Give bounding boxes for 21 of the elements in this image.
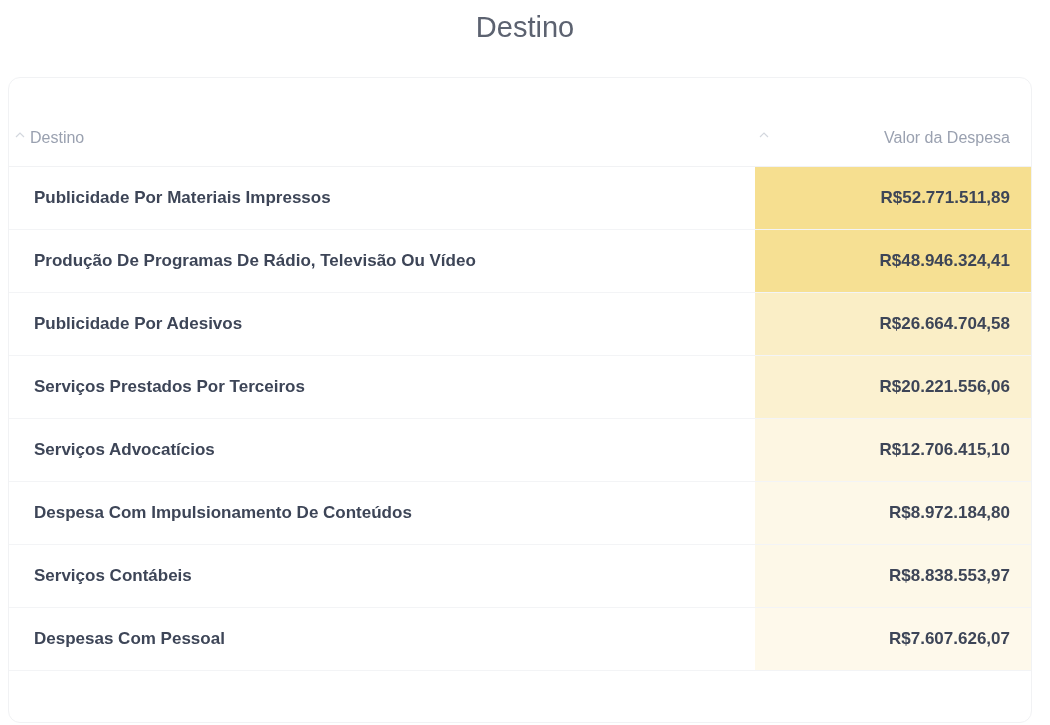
value-cell: R$8.838.553,97 [754, 545, 1031, 607]
value-cell: R$52.771.511,89 [754, 167, 1031, 229]
column-header[interactable]: Destino [30, 129, 85, 147]
table-cell-text: Despesas Com Pessoal [33, 628, 226, 650]
value-cell: R$8.972.184,80 [754, 482, 1031, 544]
value-cell: R$12.706.415,10 [754, 419, 1031, 481]
table-cell-text: Serviços Contábeis [33, 565, 193, 587]
value-cell: R$26.664.704,58 [754, 293, 1031, 355]
table-cell-text: Publicidade Por Materiais Impressos [33, 187, 332, 209]
table-cell-text: Serviços Advocatícios [33, 439, 216, 461]
sort-caret-icon [758, 132, 769, 138]
value-cell: R$7.607.626,07 [754, 608, 1031, 670]
table-cell-text: Produção De Programas De Rádio, Televisão Ou Vídeo [33, 250, 477, 272]
column-header[interactable]: Valor da Despesa [884, 129, 1010, 147]
value-cell: R$20.221.556,06 [754, 356, 1031, 418]
page-title: Destino [474, 10, 576, 45]
table-cell-text: Publicidade Por Adesivos [33, 313, 244, 335]
sort-caret-icon [15, 132, 25, 138]
table-cell-text: Serviços Prestados Por Terceiros [33, 376, 306, 398]
table-cell-text: Despesa Com Impulsionamento De Conteúdos [33, 502, 413, 524]
value-cell: R$48.946.324,41 [754, 230, 1031, 292]
